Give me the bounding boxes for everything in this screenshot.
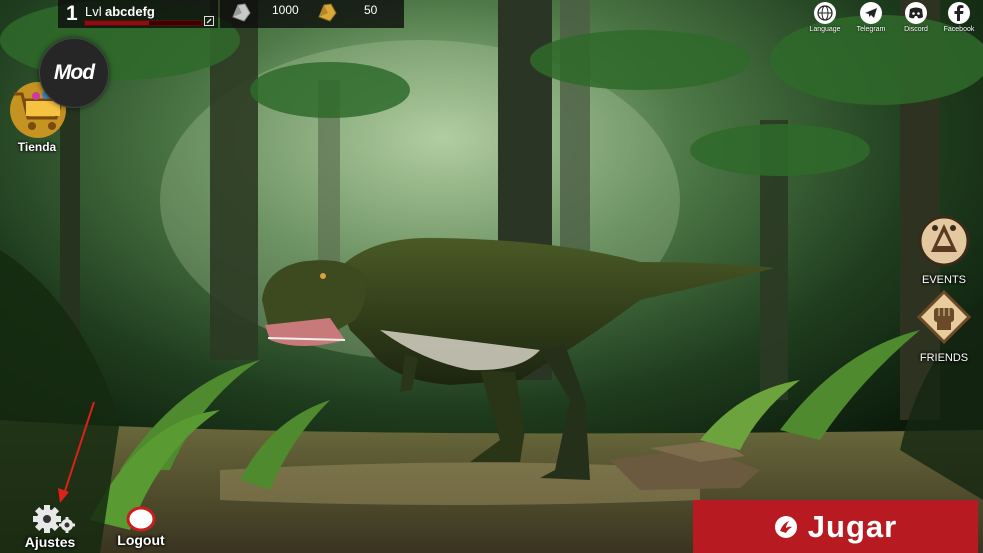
dino-claw-icon (774, 515, 797, 538)
friends-label: FRIENDS (919, 352, 969, 364)
gold-amount: 50 (364, 3, 378, 17)
logout-label: Logout (117, 532, 165, 548)
xp-bar-fill (85, 21, 149, 25)
silver-amount: 1000 (272, 3, 299, 17)
resources-panel: 1000 50 (220, 0, 404, 28)
events-button[interactable]: EVENTS (911, 210, 977, 286)
facebook-label: Facebook (943, 26, 975, 33)
telegram-button[interactable]: Telegram (849, 0, 893, 36)
telegram-label: Telegram (856, 26, 886, 33)
jungle-background (0, 0, 983, 553)
events-emblem-icon (918, 215, 970, 267)
language-label: Language (809, 26, 841, 33)
player-level: 1 (66, 2, 78, 25)
telegram-icon (860, 2, 882, 24)
friends-button[interactable]: FRIENDS (911, 288, 977, 364)
level-label: Lvl (85, 4, 102, 19)
silver-ore-icon (232, 3, 251, 22)
player-name: abcdefg (105, 4, 155, 19)
fist-emblem-icon (917, 290, 971, 344)
logout-icon (126, 506, 156, 532)
discord-icon (905, 2, 927, 24)
globe-icon (814, 2, 836, 24)
facebook-button[interactable]: Facebook (937, 0, 981, 36)
xp-bar (84, 20, 202, 26)
play-label: Jugar (807, 508, 898, 544)
player-panel: 1 Lvl abcdefg (58, 0, 218, 28)
shop-label: Tienda (17, 140, 57, 154)
language-button[interactable]: Language (803, 0, 847, 36)
mod-badge[interactable]: Mod (39, 38, 109, 108)
logout-button[interactable]: Logout (108, 506, 174, 552)
settings-button[interactable]: Ajustes (14, 504, 86, 552)
discord-label: Discord (904, 26, 928, 33)
facebook-icon (948, 2, 970, 24)
settings-label: Ajustes (24, 534, 76, 550)
discord-button[interactable]: Discord (894, 0, 938, 36)
gold-ore-icon (318, 3, 337, 22)
gear-icon (33, 505, 75, 533)
events-label: EVENTS (921, 274, 966, 286)
edit-icon[interactable] (204, 16, 214, 26)
play-button[interactable]: Jugar (693, 500, 978, 553)
